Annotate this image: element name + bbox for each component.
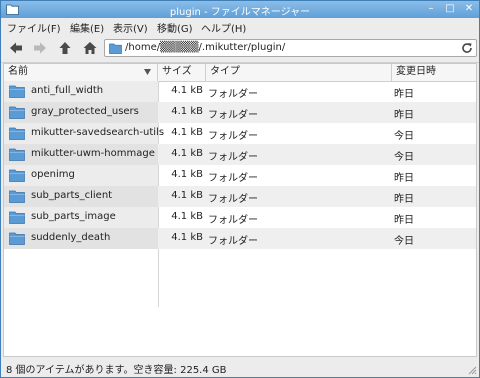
status-bar: 8 個のアイテムがあります。空き容量: 225.4 GB xyxy=(1,358,479,377)
table-row[interactable]: gray_protected_users 4.1 kB フォルダー 昨日 xyxy=(4,102,476,123)
column-modified-label: 変更日時 xyxy=(396,66,436,77)
folder-icon xyxy=(9,85,25,98)
file-modified: 昨日 xyxy=(394,89,414,100)
file-type: フォルダー xyxy=(208,89,258,100)
minimize-button[interactable]: – xyxy=(425,3,437,15)
file-size: 4.1 kB xyxy=(171,190,203,201)
folder-icon xyxy=(9,148,25,161)
column-type-label: タイプ xyxy=(210,66,240,77)
column-size[interactable]: サイズ xyxy=(158,64,206,81)
arrow-up-icon[interactable] xyxy=(57,40,73,56)
file-modified: 今日 xyxy=(394,236,414,247)
column-name[interactable]: 名前 xyxy=(4,64,158,81)
location-path[interactable]: /home/▒▒▒▒▒/.mikutter/plugin/ xyxy=(125,42,285,53)
table-row[interactable]: mikutter-savedsearch-utils 4.1 kB フォルダー … xyxy=(4,123,476,144)
table-row[interactable]: openimg 4.1 kB フォルダー 昨日 xyxy=(4,165,476,186)
file-modified: 昨日 xyxy=(394,110,414,121)
file-type: フォルダー xyxy=(208,131,258,142)
folder-icon xyxy=(9,190,25,203)
file-type: フォルダー xyxy=(208,194,258,205)
file-name: openimg xyxy=(31,169,75,180)
menu-go[interactable]: 移動(G) xyxy=(157,20,193,35)
file-name: anti_full_width xyxy=(31,85,104,96)
menu-view[interactable]: 表示(V) xyxy=(113,20,148,35)
file-type: フォルダー xyxy=(208,152,258,163)
file-name: sub_parts_client xyxy=(31,190,113,201)
file-modified: 昨日 xyxy=(394,194,414,205)
column-header: 名前 サイズ タイプ 変更日時 xyxy=(4,64,476,82)
file-manager-window: plugin - ファイルマネージャー – □ ✕ ファイル(F) 編集(E) … xyxy=(0,0,480,378)
file-name: mikutter-uwm-hommage xyxy=(31,148,155,159)
close-button[interactable]: ✕ xyxy=(463,3,475,15)
table-row[interactable]: sub_parts_image 4.1 kB フォルダー 昨日 xyxy=(4,207,476,228)
column-size-label: サイズ xyxy=(162,66,192,77)
name-cell xyxy=(4,165,158,186)
arrow-right-icon[interactable] xyxy=(32,40,48,56)
folder-icon xyxy=(9,106,25,119)
table-row[interactable]: mikutter-uwm-hommage 4.1 kB フォルダー 今日 xyxy=(4,144,476,165)
reload-icon[interactable] xyxy=(461,42,473,54)
column-modified[interactable]: 変更日時 xyxy=(392,64,476,81)
location-bar[interactable]: /home/▒▒▒▒▒/.mikutter/plugin/ xyxy=(104,39,477,57)
file-size: 4.1 kB xyxy=(171,169,203,180)
maximize-button[interactable]: □ xyxy=(444,3,456,15)
home-icon[interactable] xyxy=(82,40,98,56)
file-size: 4.1 kB xyxy=(171,106,203,117)
file-name: sub_parts_image xyxy=(31,211,116,222)
table-row[interactable]: suddenly_death 4.1 kB フォルダー 今日 xyxy=(4,228,476,249)
folder-icon xyxy=(9,127,25,140)
folder-icon xyxy=(9,169,25,182)
column-type[interactable]: タイプ xyxy=(206,64,392,81)
window-title: plugin - ファイルマネージャー xyxy=(169,7,311,18)
file-name: mikutter-savedsearch-utils xyxy=(31,127,165,138)
table-row[interactable]: sub_parts_client 4.1 kB フォルダー 昨日 xyxy=(4,186,476,207)
file-name: gray_protected_users xyxy=(31,106,139,117)
file-type: フォルダー xyxy=(208,173,258,184)
file-list: 名前 サイズ タイプ 変更日時 anti_full_width 4.1 kB フ… xyxy=(3,63,477,357)
title-bar[interactable]: plugin - ファイルマネージャー – □ ✕ xyxy=(1,1,479,18)
sort-down-icon xyxy=(144,69,151,75)
toolbar: /home/▒▒▒▒▒/.mikutter/plugin/ xyxy=(1,35,479,63)
table-row[interactable]: anti_full_width 4.1 kB フォルダー 昨日 xyxy=(4,81,476,102)
file-size: 4.1 kB xyxy=(171,232,203,243)
file-size: 4.1 kB xyxy=(171,85,203,96)
file-size: 4.1 kB xyxy=(171,211,203,222)
column-name-label: 名前 xyxy=(8,66,28,77)
folder-icon xyxy=(9,232,25,245)
file-type: フォルダー xyxy=(208,236,258,247)
folder-icon xyxy=(109,43,122,54)
folder-icon xyxy=(9,211,25,224)
file-modified: 今日 xyxy=(394,152,414,163)
file-name: suddenly_death xyxy=(31,232,111,243)
resize-grip-icon[interactable] xyxy=(467,365,477,375)
status-text: 8 個のアイテムがあります。空き容量: 225.4 GB xyxy=(6,365,227,376)
menu-file[interactable]: ファイル(F) xyxy=(7,20,61,35)
menu-bar: ファイル(F) 編集(E) 表示(V) 移動(G) ヘルプ(H) xyxy=(1,18,479,35)
file-modified: 昨日 xyxy=(394,173,414,184)
file-size: 4.1 kB xyxy=(171,148,203,159)
file-modified: 昨日 xyxy=(394,215,414,226)
arrow-left-icon[interactable] xyxy=(8,40,24,56)
file-type: フォルダー xyxy=(208,215,258,226)
file-size: 4.1 kB xyxy=(171,127,203,138)
file-modified: 今日 xyxy=(394,131,414,142)
menu-edit[interactable]: 編集(E) xyxy=(70,20,104,35)
file-type: フォルダー xyxy=(208,110,258,121)
menu-help[interactable]: ヘルプ(H) xyxy=(201,20,246,35)
